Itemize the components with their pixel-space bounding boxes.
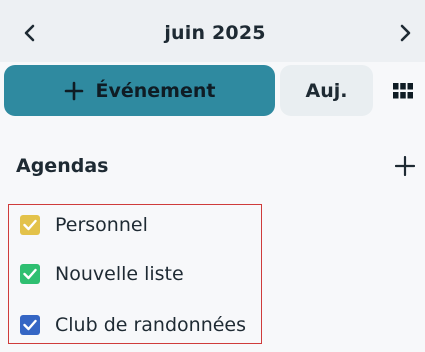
plus-icon xyxy=(395,156,415,176)
new-event-button[interactable]: Événement xyxy=(4,65,275,116)
add-calendar-button[interactable] xyxy=(390,151,420,181)
calendar-label: Club de randonnées xyxy=(55,314,247,336)
month-navigation-bar: juin 2025 xyxy=(0,0,425,62)
calendar-item[interactable]: Personnel xyxy=(9,205,261,245)
calendar-checkbox[interactable] xyxy=(20,264,40,284)
month-title[interactable]: juin 2025 xyxy=(140,20,290,46)
checkmark-icon xyxy=(23,268,37,280)
new-event-label: Événement xyxy=(95,79,216,102)
checkmark-icon xyxy=(23,219,37,231)
calendar-label: Personnel xyxy=(55,214,148,236)
checkmark-icon xyxy=(23,319,37,331)
calendar-list: Personnel Nouvelle liste Club de randonn… xyxy=(8,204,262,344)
calendars-section-title: Agendas xyxy=(16,155,109,177)
calendar-checkbox[interactable] xyxy=(20,315,40,335)
today-button[interactable]: Auj. xyxy=(280,65,373,116)
calendar-item[interactable]: Club de randonnées xyxy=(9,305,261,345)
plus-icon xyxy=(64,81,83,100)
calendar-item[interactable]: Nouvelle liste xyxy=(9,254,261,294)
calendar-checkbox[interactable] xyxy=(20,215,40,235)
chevron-right-icon xyxy=(400,24,411,42)
grid-icon xyxy=(393,83,413,99)
calendar-label: Nouvelle liste xyxy=(55,263,184,285)
chevron-left-icon xyxy=(24,24,35,42)
view-switcher-button[interactable] xyxy=(386,74,420,108)
next-month-button[interactable] xyxy=(390,13,420,53)
previous-month-button[interactable] xyxy=(15,13,45,53)
